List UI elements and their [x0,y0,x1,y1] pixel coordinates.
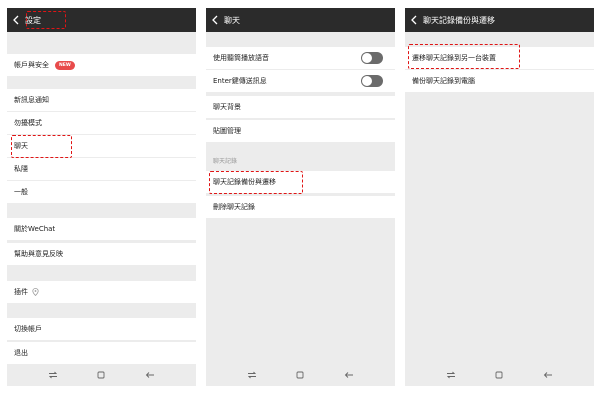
setting-enter-to-send[interactable]: Enter鍵傳送訊息 [206,70,395,92]
setting-chat-background[interactable]: 聊天背景 [206,96,395,118]
chat-topbar: 聊天 [206,8,395,32]
new-badge: NEW [55,60,75,70]
home-icon[interactable] [494,370,504,380]
back-nav-icon[interactable] [543,370,553,380]
highlight-migrate-option [408,44,520,69]
highlight-chat [11,135,72,158]
setting-sticker-management[interactable]: 貼圖管理 [206,120,395,142]
menu-item-label: 帳戶與安全 [14,61,49,69]
back-nav-icon[interactable] [145,370,155,380]
highlight-title [26,11,66,29]
system-navbar [206,364,395,386]
menu-item-logout[interactable]: 退出 [7,342,196,364]
recent-apps-icon[interactable] [446,370,456,380]
menu-item-do-not-disturb[interactable]: 勿擾模式 [7,112,196,134]
option-label: 備份聊天記錄到電腦 [412,77,475,85]
back-arrow-icon[interactable] [405,8,423,32]
backup-topbar: 聊天記錄備份與遷移 [405,8,594,32]
menu-item-general[interactable]: 一般 [7,181,196,203]
menu-item-label: 幫助與意見反映 [14,250,63,258]
back-arrow-icon[interactable] [7,8,25,32]
section-chat-history-label: 聊天記錄 [213,158,238,165]
location-pin-icon [32,288,39,296]
highlight-backup-migrate [209,171,303,194]
menu-item-label: 插件 [14,288,28,296]
setting-label: 聊天背景 [213,103,241,111]
menu-item-switch-account[interactable]: 切換帳戶 [7,318,196,340]
system-navbar [7,364,196,386]
menu-item-privacy[interactable]: 私隱 [7,158,196,180]
menu-item-label: 退出 [14,349,28,357]
setting-label: 使用聽筒播放語音 [213,54,269,62]
system-navbar [405,364,594,386]
recent-apps-icon[interactable] [247,370,257,380]
menu-item-help-feedback[interactable]: 幫助與意見反映 [7,243,196,265]
menu-item-label: 私隱 [14,165,28,173]
recent-apps-icon[interactable] [48,370,58,380]
setting-earpiece-playback[interactable]: 使用聽筒播放語音 [206,47,395,69]
page-title: 聊天 [224,15,240,25]
menu-item-about[interactable]: 關於WeChat [7,218,196,240]
earpiece-toggle[interactable] [361,52,383,64]
option-backup-to-computer[interactable]: 備份聊天記錄到電腦 [405,70,594,92]
menu-item-plugins[interactable]: 插件 [7,281,196,303]
setting-label: Enter鍵傳送訊息 [213,77,267,85]
home-icon[interactable] [96,370,106,380]
backup-migrate-screen: 聊天記錄備份與遷移 遷移聊天記錄到另一台裝置 備份聊天記錄到電腦 [405,8,594,386]
home-icon[interactable] [295,370,305,380]
menu-item-label: 關於WeChat [14,225,56,233]
chat-settings-screen: 聊天 使用聽筒播放語音 Enter鍵傳送訊息 聊天背景 貼圖管理 聊天記錄 聊天… [206,8,395,386]
menu-item-account-security[interactable]: 帳戶與安全 NEW [7,54,196,76]
menu-item-label: 一般 [14,188,28,196]
enter-send-toggle[interactable] [361,75,383,87]
menu-item-notifications[interactable]: 新訊息通知 [7,89,196,111]
menu-item-label: 新訊息通知 [14,96,49,104]
settings-screen: 設定 帳戶與安全 NEW 新訊息通知 勿擾模式 聊天 私隱 一般 關於WeCha… [7,8,196,386]
menu-item-label: 勿擾模式 [14,119,42,127]
setting-label: 貼圖管理 [213,127,241,135]
page-title: 聊天記錄備份與遷移 [423,15,495,25]
setting-label: 刪除聊天記錄 [213,203,255,211]
back-nav-icon[interactable] [344,370,354,380]
setting-delete-history[interactable]: 刪除聊天記錄 [206,196,395,218]
back-arrow-icon[interactable] [206,8,224,32]
menu-item-label: 切換帳戶 [14,325,42,333]
